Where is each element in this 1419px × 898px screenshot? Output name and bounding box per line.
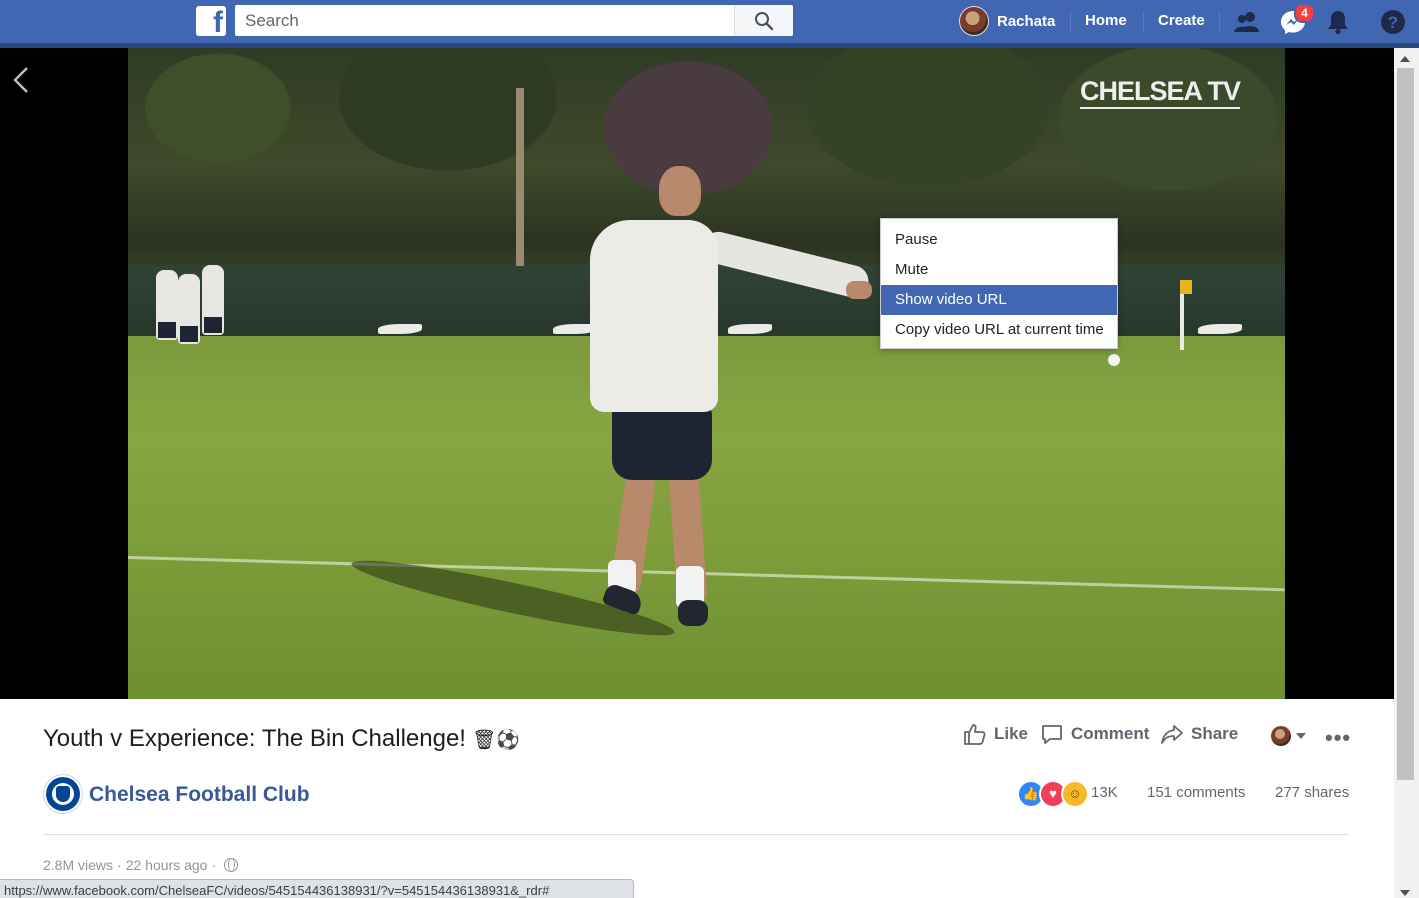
corner-flag [1180,280,1192,350]
status-bar-url: https://www.facebook.com/ChelseaFC/video… [0,879,634,898]
reactions-count[interactable]: 13K [1091,784,1118,801]
nav-divider [1219,11,1220,31]
scroll-down-arrow-icon[interactable] [1400,890,1410,896]
haha-reaction-icon: ☺ [1061,780,1089,808]
page-name-link[interactable]: Chelsea Football Club [89,783,310,807]
fence-logo [728,324,772,334]
like-label: Like [994,724,1029,743]
video-title-text: Youth v Experience: The Bin Challenge! [43,725,466,752]
comment-button[interactable]: Comment [1040,722,1149,746]
player-boot [678,600,708,626]
profile-link[interactable]: Rachata [959,6,1055,36]
comments-count[interactable]: 151 comments [1147,784,1245,801]
ball [1108,354,1120,366]
comment-icon [1042,725,1062,744]
avatar [1271,726,1291,746]
profile-name: Rachata [997,12,1056,30]
video-meta: 2.8M views · 22 hours ago · [43,857,239,873]
nav-divider [1070,11,1071,31]
page-avatar[interactable] [43,774,83,814]
search-button[interactable] [734,5,793,36]
thumbs-up-icon [964,724,986,745]
share-icon [1161,725,1183,744]
video-context-menu: Pause Mute Show video URL Copy video URL… [880,218,1118,349]
actor-selector[interactable] [1271,726,1306,746]
player-shirt [590,220,718,412]
player-hand [846,281,872,299]
views-count: 2.8M views [43,857,114,873]
menu-item-pause[interactable]: Pause [881,225,1117,255]
nav-home-link[interactable]: Home [1085,12,1127,29]
friends-icon[interactable] [1233,8,1261,36]
distant-players [156,260,246,365]
facebook-logo[interactable]: f [196,6,226,36]
chelsea-tv-watermark: CHELSEA TV [1080,76,1241,109]
share-button[interactable]: Share [1160,722,1238,746]
player-head [659,166,701,216]
shares-count[interactable]: 277 shares [1275,784,1349,801]
menu-item-show-video-url[interactable]: Show video URL [881,285,1117,315]
nav-create-link[interactable]: Create [1158,12,1205,29]
globe-icon[interactable] [224,858,239,872]
video-frame[interactable]: CHELSEA TV [128,48,1285,699]
search-input[interactable] [235,5,734,36]
chevron-down-icon [1296,733,1306,739]
divider [43,834,1349,835]
scroll-up-arrow-icon[interactable] [1400,56,1410,62]
scrollbar-thumb[interactable] [1397,68,1414,780]
fence-logo [1198,324,1242,334]
notifications-icon[interactable] [1324,8,1352,36]
meta-separator: · [117,857,122,873]
meta-separator: · [211,857,217,873]
title-emoji: 🗑⚽ [471,729,520,751]
like-button[interactable]: Like [963,722,1028,746]
fence-logo [378,324,422,334]
comment-label: Comment [1071,724,1150,743]
player-shorts [612,408,712,480]
reactions-summary[interactable]: 👍 ♥ ☺ [1017,780,1089,808]
video-title: Youth v Experience: The Bin Challenge! 🗑⚽ [43,725,520,753]
search-icon [755,12,774,31]
nav-divider [1143,11,1144,31]
top-navigation-bar: f Rachata Home Create 4 ? [0,0,1419,48]
share-label: Share [1191,724,1239,743]
messages-badge: 4 [1294,3,1315,23]
video-player[interactable]: CHELSEA TV [0,48,1394,699]
menu-item-copy-video-url[interactable]: Copy video URL at current time [881,315,1117,345]
svg-text:?: ? [1388,13,1398,32]
post-time[interactable]: 22 hours ago [126,857,208,873]
avatar [959,6,989,36]
more-options-icon[interactable]: ••• [1325,725,1351,751]
back-arrow-icon[interactable] [10,64,32,96]
help-icon[interactable]: ? [1379,8,1407,36]
menu-item-mute[interactable]: Mute [881,255,1117,285]
